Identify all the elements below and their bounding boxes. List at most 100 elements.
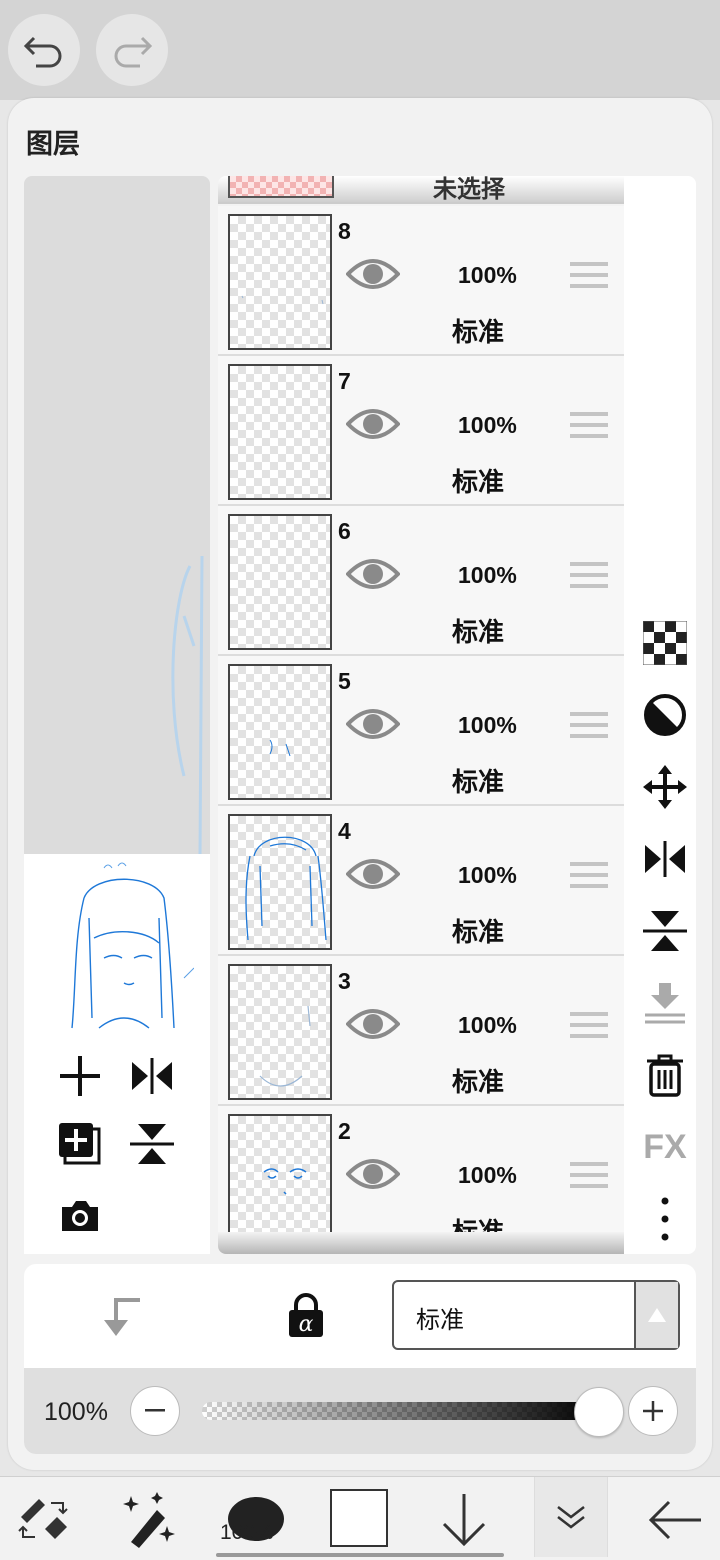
layer-thumbnail[interactable] xyxy=(228,364,332,500)
more-vertical-icon xyxy=(661,1197,669,1241)
layer-blend-mode[interactable]: 标准 xyxy=(452,612,504,649)
drag-handle-icon[interactable] xyxy=(570,860,608,890)
camera-button[interactable] xyxy=(52,1188,108,1244)
layer-opacity[interactable]: 100% xyxy=(458,862,517,889)
visibility-eye-icon[interactable] xyxy=(345,704,401,744)
tone-curve-button[interactable] xyxy=(640,690,690,740)
panel-title: 图层 xyxy=(26,129,80,159)
more-options-button[interactable] xyxy=(640,1194,690,1244)
top-toolbar xyxy=(0,0,720,100)
visibility-eye-icon[interactable] xyxy=(345,404,401,444)
layer-list-pane: 未选择 8 100% 标准 7 100% 标准 6 100% 标准 5 100% 标准 4 100% 标准 3… xyxy=(218,176,696,1254)
layer-blend-mode[interactable]: 标准 xyxy=(452,762,504,799)
layer-opacity[interactable]: 100% xyxy=(458,562,517,589)
layer-blend-mode[interactable]: 标准 xyxy=(452,462,504,499)
layer-blend-mode[interactable]: 标准 xyxy=(452,912,504,949)
layer-opacity[interactable]: 100% xyxy=(458,1012,517,1039)
drag-handle-icon[interactable] xyxy=(570,1010,608,1040)
flip-vertical-icon xyxy=(130,1124,174,1164)
right-tool-column: FX xyxy=(634,176,696,1254)
flip-horizontal-icon xyxy=(645,841,685,877)
layer-blend-mode[interactable]: 标准 xyxy=(452,312,504,349)
opacity-decrease-button[interactable] xyxy=(130,1386,180,1436)
arrow-down-icon xyxy=(442,1494,486,1547)
contrast-icon xyxy=(644,694,686,736)
layer-list[interactable]: 未选择 8 100% 标准 7 100% 标准 6 100% 标准 5 100% 标准 4 100% 标准 3… xyxy=(218,176,624,1254)
layer-thumbnail[interactable] xyxy=(228,664,332,800)
layer-opacity[interactable]: 100% xyxy=(458,712,517,739)
back-button[interactable] xyxy=(640,1485,710,1555)
flip-horizontal-icon xyxy=(132,1058,172,1094)
blend-mode-select[interactable]: 标准 xyxy=(392,1280,680,1350)
undo-button[interactable] xyxy=(8,14,80,86)
redo-button[interactable] xyxy=(96,14,168,86)
canvas-sketch-preview xyxy=(171,555,204,856)
clipping-button[interactable] xyxy=(92,1286,152,1346)
tool-switch-button[interactable] xyxy=(14,1485,74,1555)
visibility-eye-icon[interactable] xyxy=(345,254,401,294)
move-icon xyxy=(643,765,687,809)
checkerboard-icon xyxy=(643,621,687,665)
layer-thumbnail-preview xyxy=(71,862,194,1029)
drag-handle-icon[interactable] xyxy=(570,410,608,440)
color-swatch[interactable] xyxy=(330,1489,388,1547)
layer-row[interactable]: 6 100% 标准 xyxy=(218,506,624,656)
camera-icon xyxy=(62,1201,98,1231)
delete-layer-button[interactable] xyxy=(640,1050,690,1100)
layer-row-partial[interactable]: 未选择 xyxy=(218,176,624,204)
layer-row[interactable]: 4 100% 标准 xyxy=(218,806,624,956)
drag-handle-icon[interactable] xyxy=(570,710,608,740)
home-indicator xyxy=(216,1553,504,1557)
layer-down-button[interactable] xyxy=(434,1485,494,1555)
visibility-eye-icon[interactable] xyxy=(345,1154,401,1194)
drag-handle-icon[interactable] xyxy=(570,260,608,290)
alpha-lock-icon: α xyxy=(289,1293,323,1337)
brush-size-button[interactable]: 100% xyxy=(216,1485,292,1555)
transparency-grid-button[interactable] xyxy=(640,618,690,668)
move-button[interactable] xyxy=(640,762,690,812)
drag-handle-icon[interactable] xyxy=(570,1160,608,1190)
layer-thumbnail[interactable] xyxy=(228,1114,332,1250)
merge-down-button[interactable] xyxy=(640,978,690,1028)
collapse-panel-button[interactable] xyxy=(534,1477,608,1557)
layer-row[interactable]: 7 100% 标准 xyxy=(218,356,624,506)
layer-mode-label: 未选择 xyxy=(433,176,505,203)
magic-pen-button[interactable] xyxy=(114,1485,180,1555)
flip-vertical-right-button[interactable] xyxy=(640,906,690,956)
plus-icon xyxy=(60,1056,100,1096)
duplicate-layer-icon xyxy=(59,1123,101,1165)
layer-blend-mode[interactable]: 标准 xyxy=(452,1062,504,1099)
opacity-slider[interactable] xyxy=(202,1402,598,1420)
flip-horizontal-button[interactable] xyxy=(124,1048,180,1104)
layer-panel: 图层 未选择 8 100% 标准 7 100% 标准 6 100% 标准 5 1… xyxy=(8,98,712,1470)
pen-eraser-swap-icon xyxy=(18,1499,68,1539)
visibility-eye-icon[interactable] xyxy=(345,554,401,594)
layer-thumbnail[interactable] xyxy=(228,964,332,1100)
duplicate-layer-button[interactable] xyxy=(52,1116,108,1172)
layer-row[interactable]: 5 100% 标准 xyxy=(218,656,624,806)
layer-opacity[interactable]: 100% xyxy=(458,262,517,289)
visibility-eye-icon[interactable] xyxy=(345,1004,401,1044)
drag-handle-icon[interactable] xyxy=(570,560,608,590)
merge-down-icon xyxy=(645,983,685,1024)
opacity-label: 100% xyxy=(44,1398,108,1426)
left-tool-area xyxy=(24,854,210,1254)
opacity-row: 100% xyxy=(24,1368,696,1454)
visibility-eye-icon[interactable] xyxy=(345,854,401,894)
layer-row[interactable]: 3 100% 标准 xyxy=(218,956,624,1106)
layer-thumbnail[interactable] xyxy=(228,814,332,950)
flip-horizontal-right-button[interactable] xyxy=(640,834,690,884)
alpha-lock-button[interactable]: α xyxy=(276,1286,336,1346)
layer-opacity[interactable]: 100% xyxy=(458,1162,517,1189)
layer-row[interactable]: 8 100% 标准 xyxy=(218,206,624,356)
opacity-increase-button[interactable] xyxy=(628,1386,678,1436)
layer-opacity[interactable]: 100% xyxy=(458,412,517,439)
add-layer-button[interactable] xyxy=(52,1048,108,1104)
layer-number: 7 xyxy=(338,368,351,394)
opacity-slider-handle[interactable] xyxy=(574,1387,624,1437)
flip-vertical-button[interactable] xyxy=(124,1116,180,1172)
fx-button[interactable]: FX xyxy=(640,1122,690,1172)
layer-number: 5 xyxy=(338,668,351,694)
layer-thumbnail[interactable] xyxy=(228,514,332,650)
layer-thumbnail[interactable] xyxy=(228,214,332,350)
